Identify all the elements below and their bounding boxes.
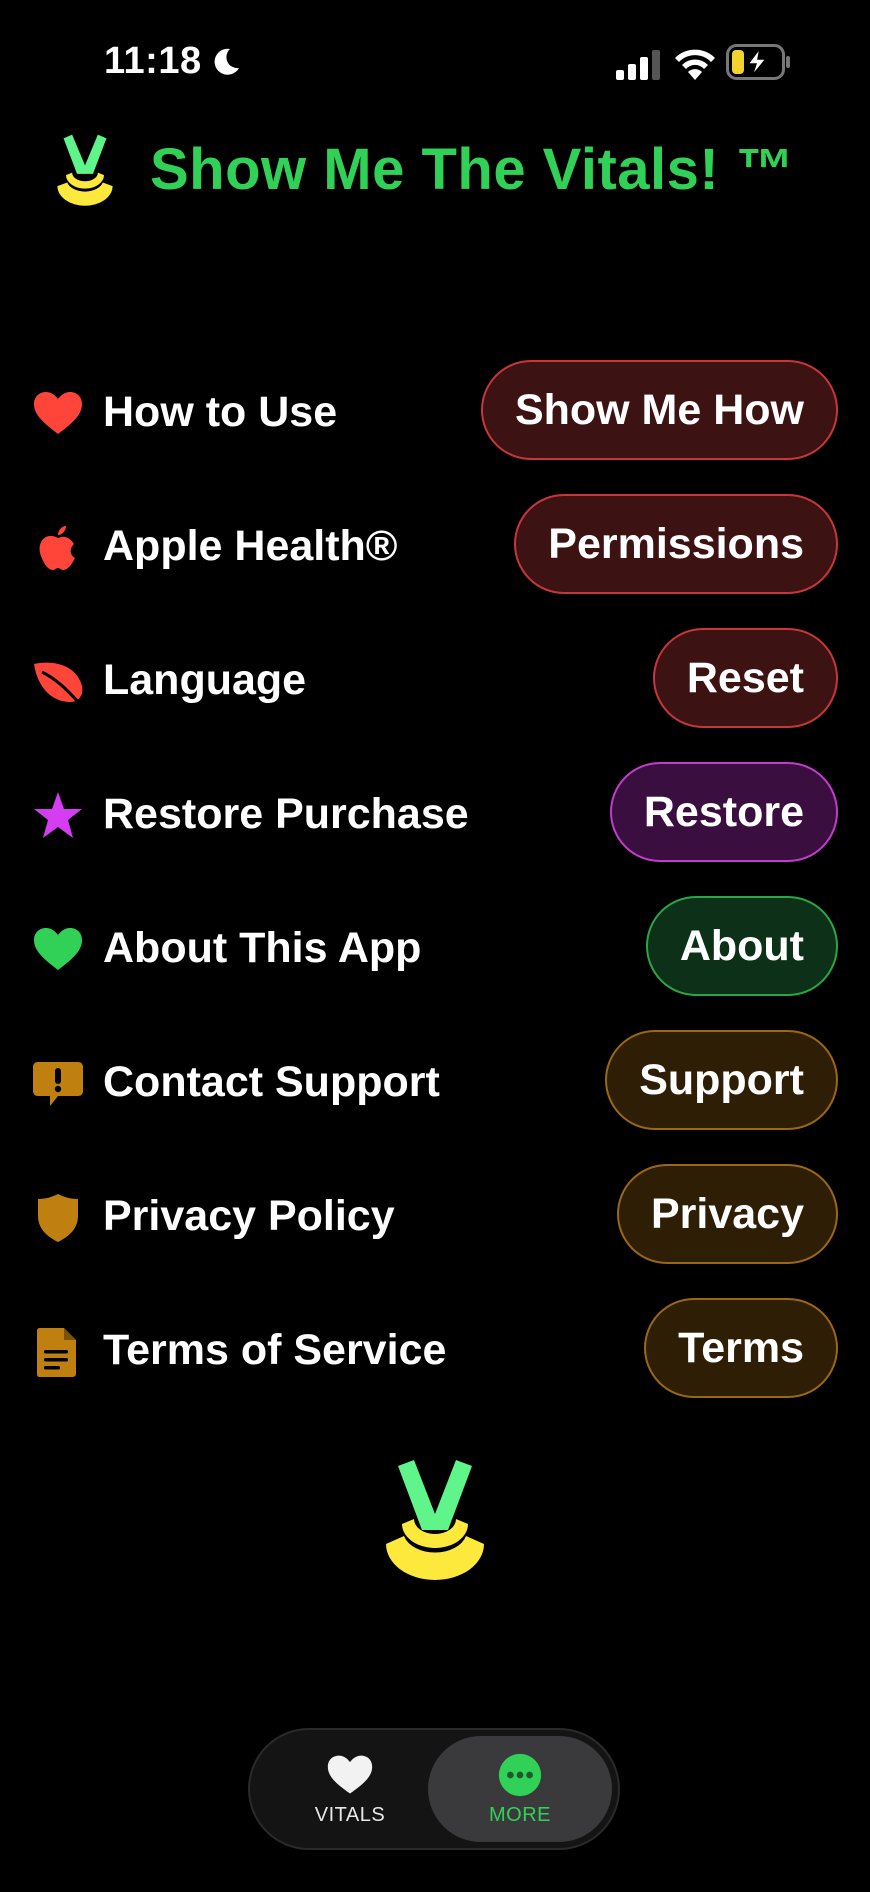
settings-row-contact-support: Contact Support Support xyxy=(0,1030,870,1134)
app-header: Show Me The Vitals! ™ xyxy=(50,126,840,212)
tab-label-vitals: VITALS xyxy=(314,1803,386,1826)
tab-bar: VITALS MORE xyxy=(248,1728,620,1850)
heart-icon xyxy=(34,392,82,434)
about-button[interactable]: About xyxy=(645,896,838,996)
status-time: 11:18 xyxy=(104,40,242,83)
ellipsis-circle-icon xyxy=(498,1753,542,1796)
restore-button[interactable]: Restore xyxy=(609,762,838,862)
heart-icon xyxy=(34,928,82,970)
row-label-privacy-policy: Privacy Policy xyxy=(103,1192,395,1240)
reset-button[interactable]: Reset xyxy=(652,628,838,728)
settings-row-privacy-policy: Privacy Policy Privacy xyxy=(0,1164,870,1268)
document-icon xyxy=(37,1328,76,1377)
settings-row-about-this-app: About This App About xyxy=(0,896,870,1000)
settings-row-apple-health: Apple Health® Permissions xyxy=(0,494,870,598)
row-label-language: Language xyxy=(103,656,307,704)
settings-row-language: Language Reset xyxy=(0,628,870,732)
leaf-icon xyxy=(34,662,83,703)
row-label-terms-of-service: Terms of Service xyxy=(103,1326,447,1374)
status-bar: 11:18 xyxy=(0,0,870,110)
cellular-signal-icon xyxy=(616,50,660,80)
show-me-how-button[interactable]: Show Me How xyxy=(480,360,838,460)
vitals-logo-icon xyxy=(386,1460,484,1580)
privacy-button[interactable]: Privacy xyxy=(616,1164,838,1264)
shield-icon xyxy=(38,1194,78,1242)
settings-row-how-to-use: How to Use Show Me How xyxy=(0,360,870,464)
row-label-restore-purchase: Restore Purchase xyxy=(103,790,469,838)
settings-row-restore-purchase: Restore Purchase Restore xyxy=(0,762,870,866)
support-button[interactable]: Support xyxy=(605,1030,838,1130)
terms-button[interactable]: Terms xyxy=(644,1298,838,1398)
row-label-about-this-app: About This App xyxy=(103,924,422,972)
tab-vitals[interactable]: VITALS xyxy=(258,1736,442,1842)
exclamation-bubble-icon xyxy=(33,1062,83,1106)
battery-charging-icon xyxy=(726,44,790,80)
app-title: Show Me The Vitals! ™ xyxy=(150,136,795,202)
vitals-logo-icon xyxy=(57,134,113,206)
star-icon xyxy=(34,792,82,838)
row-label-contact-support: Contact Support xyxy=(103,1058,440,1106)
status-time-text: 11:18 xyxy=(104,40,202,82)
row-label-how-to-use: How to Use xyxy=(103,388,338,436)
apple-icon xyxy=(39,526,75,570)
permissions-button[interactable]: Permissions xyxy=(514,494,838,594)
wifi-icon xyxy=(675,49,715,80)
moon-icon xyxy=(214,48,239,75)
tab-more[interactable]: MORE xyxy=(428,1736,612,1842)
heart-icon xyxy=(327,1755,373,1793)
tab-label-more: MORE xyxy=(489,1803,551,1826)
row-label-apple-health: Apple Health® xyxy=(103,522,398,570)
settings-row-terms-of-service: Terms of Service Terms xyxy=(0,1298,870,1402)
